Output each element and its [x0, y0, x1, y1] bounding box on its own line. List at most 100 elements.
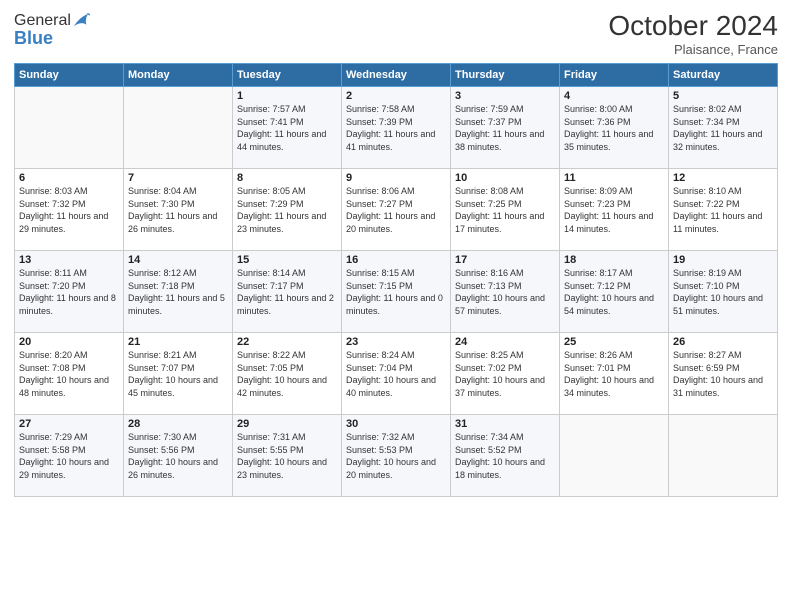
day-info: Sunrise: 8:16 AMSunset: 7:13 PMDaylight:… [455, 267, 555, 317]
day-info: Sunrise: 8:00 AMSunset: 7:36 PMDaylight:… [564, 103, 664, 153]
col-header-wednesday: Wednesday [342, 64, 451, 87]
calendar-cell: 26Sunrise: 8:27 AMSunset: 6:59 PMDayligh… [669, 333, 778, 415]
day-number: 26 [673, 336, 773, 348]
day-number: 30 [346, 418, 446, 430]
calendar-cell: 14Sunrise: 8:12 AMSunset: 7:18 PMDayligh… [124, 251, 233, 333]
day-info: Sunrise: 8:08 AMSunset: 7:25 PMDaylight:… [455, 185, 555, 235]
calendar-cell: 4Sunrise: 8:00 AMSunset: 7:36 PMDaylight… [560, 87, 669, 169]
calendar-cell: 13Sunrise: 8:11 AMSunset: 7:20 PMDayligh… [15, 251, 124, 333]
week-row-4: 20Sunrise: 8:20 AMSunset: 7:08 PMDayligh… [15, 333, 778, 415]
day-info: Sunrise: 8:02 AMSunset: 7:34 PMDaylight:… [673, 103, 773, 153]
day-info: Sunrise: 7:29 AMSunset: 5:58 PMDaylight:… [19, 431, 119, 481]
calendar-cell: 12Sunrise: 8:10 AMSunset: 7:22 PMDayligh… [669, 169, 778, 251]
day-info: Sunrise: 7:34 AMSunset: 5:52 PMDaylight:… [455, 431, 555, 481]
day-number: 17 [455, 254, 555, 266]
calendar-cell: 10Sunrise: 8:08 AMSunset: 7:25 PMDayligh… [451, 169, 560, 251]
day-number: 19 [673, 254, 773, 266]
day-number: 22 [237, 336, 337, 348]
day-info: Sunrise: 8:21 AMSunset: 7:07 PMDaylight:… [128, 349, 228, 399]
day-number: 31 [455, 418, 555, 430]
logo-bird-icon [72, 10, 90, 32]
day-info: Sunrise: 7:30 AMSunset: 5:56 PMDaylight:… [128, 431, 228, 481]
day-info: Sunrise: 8:05 AMSunset: 7:29 PMDaylight:… [237, 185, 337, 235]
day-number: 28 [128, 418, 228, 430]
day-info: Sunrise: 8:22 AMSunset: 7:05 PMDaylight:… [237, 349, 337, 399]
day-info: Sunrise: 8:25 AMSunset: 7:02 PMDaylight:… [455, 349, 555, 399]
calendar-cell: 8Sunrise: 8:05 AMSunset: 7:29 PMDaylight… [233, 169, 342, 251]
day-info: Sunrise: 7:58 AMSunset: 7:39 PMDaylight:… [346, 103, 446, 153]
calendar-cell: 27Sunrise: 7:29 AMSunset: 5:58 PMDayligh… [15, 415, 124, 497]
day-number: 29 [237, 418, 337, 430]
calendar-cell: 30Sunrise: 7:32 AMSunset: 5:53 PMDayligh… [342, 415, 451, 497]
logo: General Blue [14, 10, 90, 49]
day-number: 15 [237, 254, 337, 266]
day-info: Sunrise: 8:03 AMSunset: 7:32 PMDaylight:… [19, 185, 119, 235]
day-info: Sunrise: 8:17 AMSunset: 7:12 PMDaylight:… [564, 267, 664, 317]
day-info: Sunrise: 8:10 AMSunset: 7:22 PMDaylight:… [673, 185, 773, 235]
calendar-cell [15, 87, 124, 169]
day-info: Sunrise: 8:24 AMSunset: 7:04 PMDaylight:… [346, 349, 446, 399]
col-header-thursday: Thursday [451, 64, 560, 87]
day-number: 20 [19, 336, 119, 348]
col-header-monday: Monday [124, 64, 233, 87]
calendar-cell: 29Sunrise: 7:31 AMSunset: 5:55 PMDayligh… [233, 415, 342, 497]
day-number: 2 [346, 90, 446, 102]
day-number: 8 [237, 172, 337, 184]
calendar-cell: 28Sunrise: 7:30 AMSunset: 5:56 PMDayligh… [124, 415, 233, 497]
day-info: Sunrise: 7:31 AMSunset: 5:55 PMDaylight:… [237, 431, 337, 481]
location-subtitle: Plaisance, France [608, 42, 778, 57]
calendar-cell: 23Sunrise: 8:24 AMSunset: 7:04 PMDayligh… [342, 333, 451, 415]
calendar-cell: 17Sunrise: 8:16 AMSunset: 7:13 PMDayligh… [451, 251, 560, 333]
day-number: 11 [564, 172, 664, 184]
day-info: Sunrise: 7:32 AMSunset: 5:53 PMDaylight:… [346, 431, 446, 481]
day-info: Sunrise: 8:14 AMSunset: 7:17 PMDaylight:… [237, 267, 337, 317]
day-info: Sunrise: 7:57 AMSunset: 7:41 PMDaylight:… [237, 103, 337, 153]
day-number: 27 [19, 418, 119, 430]
day-info: Sunrise: 8:19 AMSunset: 7:10 PMDaylight:… [673, 267, 773, 317]
day-info: Sunrise: 8:12 AMSunset: 7:18 PMDaylight:… [128, 267, 228, 317]
calendar-cell [669, 415, 778, 497]
day-number: 4 [564, 90, 664, 102]
day-number: 14 [128, 254, 228, 266]
title-block: October 2024 Plaisance, France [608, 10, 778, 57]
day-info: Sunrise: 8:27 AMSunset: 6:59 PMDaylight:… [673, 349, 773, 399]
day-info: Sunrise: 7:59 AMSunset: 7:37 PMDaylight:… [455, 103, 555, 153]
day-number: 5 [673, 90, 773, 102]
header-row: SundayMondayTuesdayWednesdayThursdayFrid… [15, 64, 778, 87]
calendar-cell: 24Sunrise: 8:25 AMSunset: 7:02 PMDayligh… [451, 333, 560, 415]
week-row-5: 27Sunrise: 7:29 AMSunset: 5:58 PMDayligh… [15, 415, 778, 497]
day-number: 13 [19, 254, 119, 266]
day-info: Sunrise: 8:04 AMSunset: 7:30 PMDaylight:… [128, 185, 228, 235]
day-number: 23 [346, 336, 446, 348]
month-title: October 2024 [608, 10, 778, 42]
calendar-cell: 16Sunrise: 8:15 AMSunset: 7:15 PMDayligh… [342, 251, 451, 333]
calendar-cell: 31Sunrise: 7:34 AMSunset: 5:52 PMDayligh… [451, 415, 560, 497]
calendar-cell [560, 415, 669, 497]
day-info: Sunrise: 8:15 AMSunset: 7:15 PMDaylight:… [346, 267, 446, 317]
day-number: 7 [128, 172, 228, 184]
calendar-cell: 5Sunrise: 8:02 AMSunset: 7:34 PMDaylight… [669, 87, 778, 169]
day-number: 21 [128, 336, 228, 348]
calendar-table: SundayMondayTuesdayWednesdayThursdayFrid… [14, 63, 778, 497]
calendar-cell: 20Sunrise: 8:20 AMSunset: 7:08 PMDayligh… [15, 333, 124, 415]
calendar-cell: 6Sunrise: 8:03 AMSunset: 7:32 PMDaylight… [15, 169, 124, 251]
day-info: Sunrise: 8:06 AMSunset: 7:27 PMDaylight:… [346, 185, 446, 235]
col-header-sunday: Sunday [15, 64, 124, 87]
day-info: Sunrise: 8:20 AMSunset: 7:08 PMDaylight:… [19, 349, 119, 399]
calendar-cell [124, 87, 233, 169]
day-number: 6 [19, 172, 119, 184]
day-number: 18 [564, 254, 664, 266]
calendar-cell: 25Sunrise: 8:26 AMSunset: 7:01 PMDayligh… [560, 333, 669, 415]
header: General Blue October 2024 Plaisance, Fra… [14, 10, 778, 57]
week-row-2: 6Sunrise: 8:03 AMSunset: 7:32 PMDaylight… [15, 169, 778, 251]
calendar-cell: 7Sunrise: 8:04 AMSunset: 7:30 PMDaylight… [124, 169, 233, 251]
day-info: Sunrise: 8:09 AMSunset: 7:23 PMDaylight:… [564, 185, 664, 235]
calendar-cell: 15Sunrise: 8:14 AMSunset: 7:17 PMDayligh… [233, 251, 342, 333]
day-number: 24 [455, 336, 555, 348]
day-number: 25 [564, 336, 664, 348]
calendar-cell: 21Sunrise: 8:21 AMSunset: 7:07 PMDayligh… [124, 333, 233, 415]
week-row-1: 1Sunrise: 7:57 AMSunset: 7:41 PMDaylight… [15, 87, 778, 169]
calendar-cell: 9Sunrise: 8:06 AMSunset: 7:27 PMDaylight… [342, 169, 451, 251]
day-number: 3 [455, 90, 555, 102]
day-number: 9 [346, 172, 446, 184]
